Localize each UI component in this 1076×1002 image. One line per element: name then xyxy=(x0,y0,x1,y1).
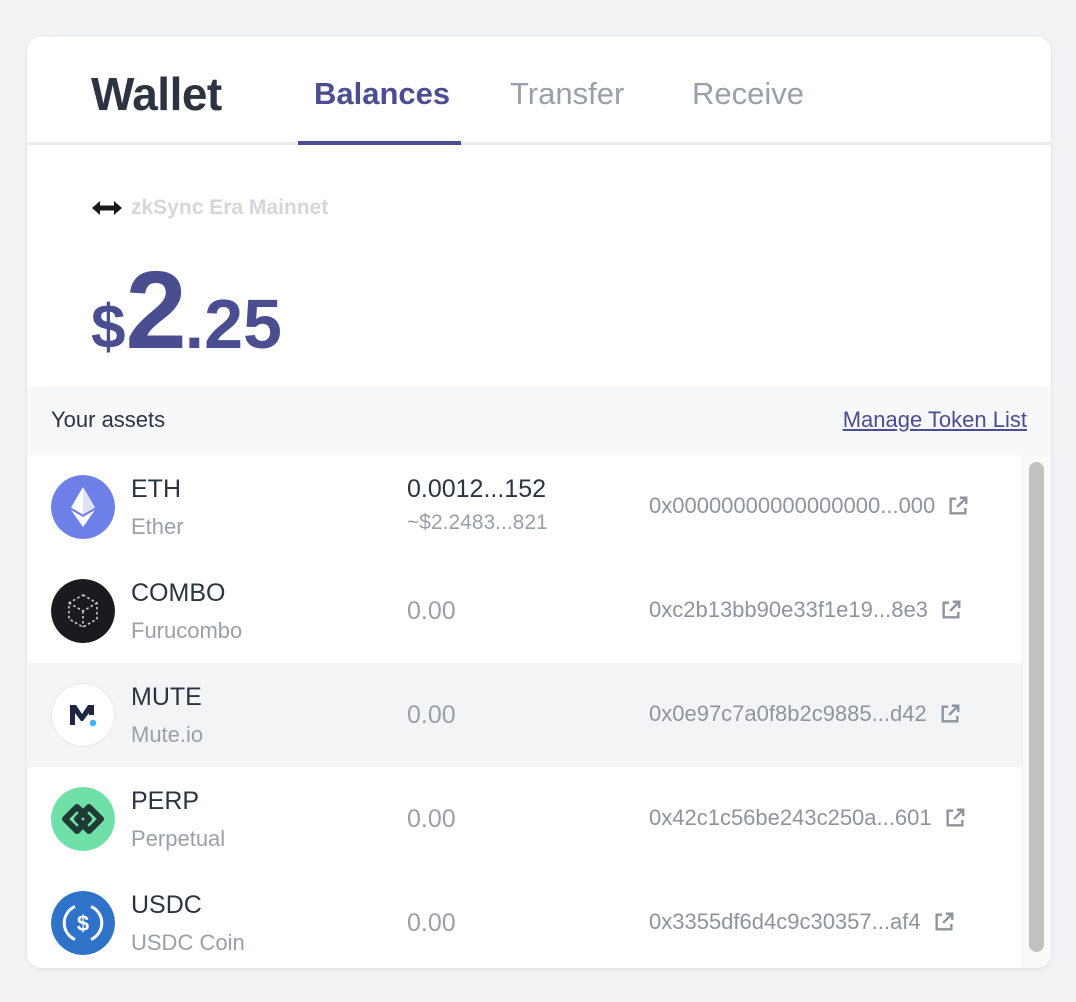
balance-decimal: .25 xyxy=(184,285,282,363)
token-name: USDC Coin xyxy=(131,930,245,955)
token-address: 0x42c1c56be243c250a...601 xyxy=(649,805,932,830)
token-name: Ether xyxy=(131,514,184,539)
asset-row-perp[interactable]: PERP Perpetual 0.00 0x42c1c56be243c250a.… xyxy=(27,767,1022,871)
eth-icon xyxy=(51,475,115,539)
token-address-link[interactable]: 0x0e97c7a0f8b2c9885...d42 xyxy=(649,701,961,727)
external-link-icon xyxy=(946,808,965,827)
balance-integer: 2 xyxy=(125,249,186,372)
external-link-icon xyxy=(941,704,960,723)
svg-text:$: $ xyxy=(77,911,89,936)
token-amount: 0.0012...152 xyxy=(407,475,547,503)
tab-transfer[interactable]: Transfer xyxy=(510,76,624,112)
asset-row-eth[interactable]: ETH Ether 0.0012...152 ~$2.2483...821 0x… xyxy=(27,455,1022,559)
token-symbol: COMBO xyxy=(131,579,226,607)
wallet-header: Wallet Balances Transfer Receive xyxy=(27,37,1051,145)
perp-icon xyxy=(51,787,115,851)
external-link-icon xyxy=(949,496,968,515)
token-address: 0x3355df6d4c9c30357...af4 xyxy=(649,909,921,934)
token-symbol: ETH xyxy=(131,475,181,503)
token-address-link[interactable]: 0xc2b13bb90e33f1e19...8e3 xyxy=(649,597,962,623)
token-amount: 0.00 xyxy=(407,909,456,937)
external-link-icon xyxy=(942,600,961,619)
assets-title: Your assets xyxy=(51,407,166,432)
token-symbol: USDC xyxy=(131,891,202,919)
tab-receive[interactable]: Receive xyxy=(692,76,804,112)
asset-row-mute[interactable]: MUTE Mute.io 0.00 0x0e97c7a0f8b2c9885...… xyxy=(27,663,1022,767)
token-usd-value: ~$2.2483...821 xyxy=(407,511,548,534)
usdc-icon: $ xyxy=(51,891,115,955)
token-amount: 0.00 xyxy=(407,701,456,729)
network-label: zkSync Era Mainnet xyxy=(131,196,329,219)
scrollbar-thumb[interactable] xyxy=(1029,462,1044,952)
token-address-link[interactable]: 0x42c1c56be243c250a...601 xyxy=(649,805,966,831)
token-address-link[interactable]: 0x3355df6d4c9c30357...af4 xyxy=(649,909,955,935)
mute-icon xyxy=(51,683,115,747)
external-link-icon xyxy=(935,912,954,931)
token-address: 0xc2b13bb90e33f1e19...8e3 xyxy=(649,597,928,622)
token-address-link[interactable]: 0x00000000000000000...000 xyxy=(649,493,969,519)
token-symbol: MUTE xyxy=(131,683,202,711)
asset-row-usdc[interactable]: $ USDC USDC Coin 0.00 0x3355df6d4c9c3035… xyxy=(27,871,1022,968)
token-name: Perpetual xyxy=(131,826,226,851)
total-balance: $ 2 .25 xyxy=(91,247,282,372)
manage-token-list-link[interactable]: Manage Token List xyxy=(843,407,1027,433)
token-symbol: PERP xyxy=(131,787,200,815)
asset-list: ETH Ether 0.0012...152 ~$2.2483...821 0x… xyxy=(27,455,1022,968)
token-name: Mute.io xyxy=(131,722,204,747)
token-amount: 0.00 xyxy=(407,805,456,833)
active-tab-indicator xyxy=(298,141,461,145)
zksync-arrows-icon xyxy=(92,201,122,215)
token-amount: 0.00 xyxy=(407,597,456,625)
asset-row-combo[interactable]: COMBO Furucombo 0.00 0xc2b13bb90e33f1e19… xyxy=(27,559,1022,663)
page-title: Wallet xyxy=(91,68,222,120)
tab-balances[interactable]: Balances xyxy=(314,76,450,112)
furucombo-icon xyxy=(51,579,115,643)
assets-header: Your assets Manage Token List xyxy=(27,387,1051,455)
wallet-card: Wallet Balances Transfer Receive zkSync … xyxy=(27,37,1051,968)
token-address: 0x00000000000000000...000 xyxy=(649,493,936,518)
balance-currency: $ xyxy=(91,293,126,362)
token-name: Furucombo xyxy=(131,618,243,643)
network-indicator: zkSync Era Mainnet xyxy=(91,196,328,220)
token-address: 0x0e97c7a0f8b2c9885...d42 xyxy=(649,701,927,726)
